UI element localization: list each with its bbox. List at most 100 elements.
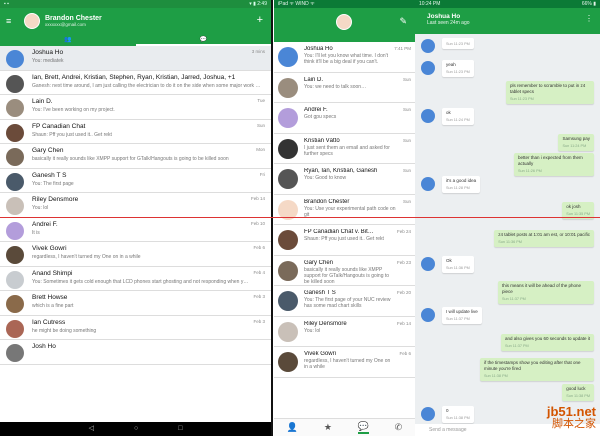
conversation-time: Feb 6 [399, 351, 411, 356]
conversation-row[interactable]: Lain D. You: I've been working on my proj… [0, 95, 271, 120]
outgoing-message[interactable]: good luck Sun 11:38 PM [562, 384, 594, 401]
conversation-row[interactable]: Gary Chen basically it really sounds like… [0, 144, 271, 169]
conversation-row[interactable]: Anand Shimpi You: Sometimes it gets cold … [0, 267, 271, 291]
conversation-row[interactable]: Brandon Chester You: Use your experimenta… [274, 195, 415, 225]
back-icon[interactable]: ◁ [89, 422, 94, 436]
tab-conversations[interactable]: 💬 [135, 35, 271, 46]
outgoing-message[interactable]: pls remember to scramble to put in z4 ta… [506, 81, 594, 104]
conversation-snippet: basically it really sounds like XMPP sup… [304, 266, 390, 285]
conversation-row[interactable]: Lain D. You: we need to talk soon… Sun [274, 73, 415, 103]
incoming-message[interactable]: Sun 11:23 PM [442, 38, 474, 49]
compose-icon[interactable]: ✎ [399, 16, 407, 27]
more-options-icon[interactable]: ⋮ [585, 14, 593, 23]
message-text: I will update live [446, 309, 478, 314]
conversation-row[interactable]: Vivek Gowri regardless, I haven't turned … [274, 347, 415, 378]
conversation-row[interactable]: Joshua Ho You: mediatek 3 mins [0, 46, 271, 71]
conversation-meta: Feb 14 [397, 321, 411, 326]
conversation-meta: Feb 4 [253, 270, 265, 275]
conversation-title: Ganesh T S [32, 171, 67, 179]
conversation-row[interactable]: Riley Densmore You: lol Feb 14 [0, 193, 271, 218]
recents-icon[interactable]: □ [178, 422, 182, 436]
avatar [24, 13, 40, 29]
conversation-row[interactable]: FP Canadian Chat v. Bit… Shaun: Pff you j… [274, 225, 415, 256]
avatar [278, 138, 298, 159]
conversation-row[interactable]: Ian, Brett, Andrei, Kristian, Stephen, R… [0, 71, 271, 95]
conversation-row[interactable]: FP Canadian Chat Shaun: Pff you just used… [0, 120, 271, 144]
conversation-text: Vivek Gowri regardless, I haven't turned … [32, 245, 249, 260]
new-conversation-button[interactable]: + [257, 14, 263, 26]
conversation-row[interactable]: Andrei F. It is Feb 10 [0, 218, 271, 242]
conversation-text: Ian Cutress he might be doing something [32, 319, 249, 334]
outgoing-message[interactable]: if the timestamps show you editing after… [480, 358, 594, 381]
conversation-time: Feb 24 [396, 229, 411, 234]
message-text: ok josh [566, 204, 581, 209]
conversation-row[interactable]: Ganesh T S You: The first page Fri [0, 169, 271, 193]
message-text: it's a good idea [446, 178, 477, 183]
contact-name[interactable]: Joshua Ho [427, 13, 600, 20]
conversation-row[interactable]: Josh Ho [0, 340, 271, 365]
conversation-time: Mon [256, 147, 265, 152]
phone-icon[interactable]: ✆ [395, 422, 403, 433]
avatar [6, 74, 24, 93]
conversation-title: Lain D. [32, 98, 53, 105]
avatar [6, 99, 24, 117]
conversation-row[interactable]: Ryan, Ian, Kristian, Ganesh You: Good to … [274, 164, 415, 195]
incoming-message[interactable]: I will update live Sun 11:37 PM [442, 307, 482, 324]
favorites-icon[interactable]: ★ [324, 422, 332, 433]
conversation-snippet: You: Sometimes it gets cold enough that … [32, 278, 250, 285]
conversation-row[interactable]: Ian Cutress he might be doing something Fe… [0, 316, 271, 340]
avatar [6, 148, 24, 166]
conversation-row[interactable]: Ganesh T S You: The first page of your NU… [274, 286, 415, 317]
incoming-message[interactable]: it's a good idea Sun 11:28 PM [442, 176, 481, 193]
account-switcher[interactable]: Brandon Chester xxxxxxx@gmail.com [24, 13, 102, 29]
incoming-message[interactable]: 0 Sun 11:38 PM [442, 406, 474, 423]
message-text: better than i expected from them actuall… [518, 155, 583, 166]
conversation-time: Sun [402, 137, 411, 143]
watermark: jb51.net 脚本之家 [547, 405, 596, 430]
outgoing-message[interactable]: z4 tablet posts at 1:01 am est, or 10:01… [494, 230, 594, 247]
conversation-row[interactable]: Riley Densmore You: lol Feb 14 [274, 317, 415, 347]
conversation-time: Feb 14 [250, 196, 265, 201]
chats-icon[interactable]: 💬 [357, 421, 369, 434]
outgoing-message[interactable]: Samsung pay Sun 11:24 PM [558, 134, 594, 151]
avatar [278, 77, 298, 98]
avatar [6, 344, 24, 362]
conversation-text: Riley Densmore You: lol [32, 196, 247, 211]
ios-status-bar: 10:24 PM 66% ▮ [415, 0, 600, 8]
avatar [278, 169, 298, 189]
conversation-time: 3 mins [251, 49, 265, 54]
ipad-conversation-panel: iPad ᯤ WIND ᯤ ✎ Joshua Ho You: I'll let y… [274, 0, 415, 436]
outgoing-message[interactable]: and also gives you 60 seconds to update … [500, 334, 594, 351]
conversation-time: Feb 6 [253, 245, 265, 250]
avatar[interactable] [336, 14, 352, 30]
conversation-title: Ian, Brett, Andrei, Kristian, Stephen, R… [32, 73, 236, 81]
conversation-row[interactable]: Kristian Vättö I just sent them an email … [274, 134, 415, 164]
conversation-text: Andrei F. Got gpu specs [304, 107, 399, 120]
incoming-message[interactable]: yeah Sun 11:23 PM [442, 60, 474, 77]
conversation-list: Joshua Ho You: mediatek 3 mins Ian, Brett, … [0, 46, 271, 365]
conversation-title: Gary Chen [32, 147, 64, 154]
home-icon[interactable]: ○ [134, 422, 138, 436]
outgoing-message[interactable]: this means it will be ahead of the phone… [498, 281, 594, 304]
conversation-row[interactable]: Brett Howse which is a fine part Feb 3 [0, 291, 271, 316]
conversation-row[interactable]: Andrei F. Got gpu specs Sun [274, 103, 415, 134]
conversation-text: Riley Densmore You: lol [304, 321, 393, 334]
message-time: Sun 11:37 PM [504, 344, 529, 348]
conversation-snippet: Shaun: Pff you just used it.. Get rekt [304, 236, 384, 242]
avatar [6, 123, 24, 142]
conversation-title: Brett Howse [32, 294, 68, 301]
avatar [6, 197, 24, 215]
message-list: Sun 11:23 PM yeah Sun 11:23 PM pls remember… [415, 34, 600, 423]
conversation-row[interactable]: Joshua Ho You: I'll let you know what tim… [274, 42, 415, 73]
avatar [6, 246, 24, 264]
contacts-icon[interactable]: 👤 [287, 422, 298, 433]
conversation-row[interactable]: Vivek Gowri regardless, I haven't turned … [0, 242, 271, 267]
menu-icon[interactable]: ≡ [6, 16, 11, 26]
conversation-row[interactable]: Gary Chen basically it really sounds like… [274, 256, 415, 286]
incoming-message[interactable]: ok Sun 11:24 PM [442, 108, 474, 125]
tab-contacts[interactable]: 👥 [0, 35, 136, 46]
outgoing-message[interactable]: better than i expected from them actuall… [514, 153, 594, 176]
message-text: if the timestamps show you editing after… [484, 360, 581, 371]
incoming-message[interactable]: Ok Sun 11:36 PM [442, 256, 474, 273]
message-time: Sun 11:37 PM [446, 317, 470, 321]
